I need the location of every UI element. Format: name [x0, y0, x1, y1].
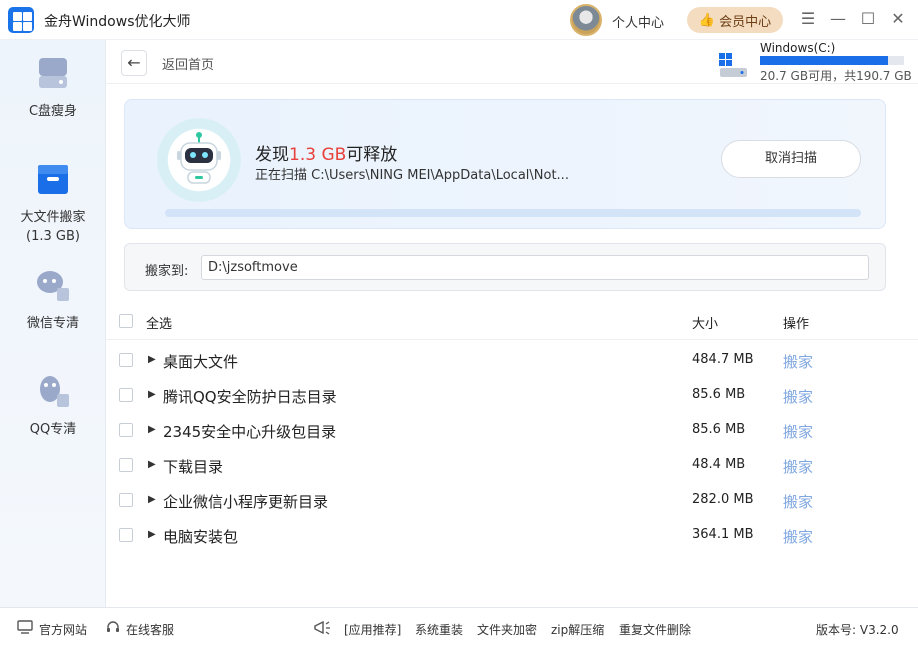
user-avatar[interactable] [570, 4, 602, 36]
footer-link-reinstall[interactable]: 系统重装 [415, 621, 463, 638]
disk-usage-fill [760, 56, 889, 65]
row-checkbox[interactable] [119, 388, 133, 402]
expand-arrow-icon[interactable]: ▶ [148, 459, 156, 470]
expand-arrow-icon[interactable]: ▶ [148, 529, 156, 540]
title-bar: 金舟Windows优化大师 个人中心 👍 会员中心 ☰ — ☐ ✕ [0, 0, 918, 40]
row-checkbox[interactable] [119, 528, 133, 542]
expand-arrow-icon[interactable]: ▶ [148, 494, 156, 505]
scan-card: 发现1.3 GB可释放 正在扫描 C:\Users\NING MEI\AppDa… [124, 99, 886, 229]
footer-link-zip[interactable]: zip解压缩 [551, 621, 604, 638]
footer-link-folder-encrypt[interactable]: 文件夹加密 [477, 621, 537, 638]
row-move-button[interactable]: 搬家 [783, 421, 813, 442]
sidebar-item-label: C盘瘦身 [28, 104, 78, 119]
sidebar-item-big-file-move[interactable]: 大文件搬家 (1.3 GB) [0, 162, 106, 244]
version-label: 版本号: V3.2.0 [816, 623, 899, 637]
row-name: 2345安全中心升级包目录 [163, 423, 337, 441]
disk-icon [39, 58, 67, 88]
move-destination-bar: 搬家到: [124, 243, 886, 291]
sidebar: C盘瘦身 大文件搬家 (1.3 GB) 微信专清 QQ专清 [0, 40, 106, 607]
monitor-icon [17, 620, 33, 634]
megaphone-icon [314, 620, 330, 635]
row-name: 电脑安装包 [163, 528, 239, 546]
disk-usage-bar [760, 56, 904, 65]
cancel-scan-button[interactable]: 取消扫描 [721, 140, 861, 178]
disk-name: Windows(C:) [760, 41, 836, 55]
app-logo-icon [8, 7, 34, 33]
row-move-button[interactable]: 搬家 [783, 351, 813, 372]
sidebar-item-c-drive-slim[interactable]: C盘瘦身 [0, 56, 106, 119]
close-icon[interactable]: ✕ [887, 8, 909, 30]
vip-center-label: 会员中心 [719, 14, 772, 30]
row-move-button[interactable]: 搬家 [783, 491, 813, 512]
footer: 官方网站 在线客服 [应用推荐] 系统重装 文件夹加密 zip解压缩 重复文件删… [0, 607, 918, 647]
expand-arrow-icon[interactable]: ▶ [148, 389, 156, 400]
app-title: 金舟Windows优化大师 [44, 14, 191, 30]
sidebar-item-sub: (1.3 GB) [26, 229, 80, 244]
expand-arrow-icon[interactable]: ▶ [148, 424, 156, 435]
table-row: ▶ 企业微信小程序更新目录 282.0 MB 搬家 [106, 485, 918, 520]
robot-icon [157, 118, 241, 202]
row-name: 下载目录 [163, 458, 224, 476]
table-row: ▶ 电脑安装包 364.1 MB 搬家 [106, 520, 918, 555]
row-size: 85.6 MB [692, 422, 746, 437]
table-row: ▶ 2345安全中心升级包目录 85.6 MB 搬家 [106, 415, 918, 450]
maximize-icon[interactable]: ☐ [857, 8, 879, 30]
row-size: 484.7 MB [692, 352, 754, 367]
row-move-button[interactable]: 搬家 [783, 456, 813, 477]
row-name: 腾讯QQ安全防护日志目录 [163, 388, 337, 406]
qq-icon [40, 376, 69, 407]
col-size-header: 大小 [692, 317, 719, 332]
menu-icon[interactable]: ☰ [797, 8, 819, 30]
found-value: 1.3 GB [289, 145, 347, 165]
move-label: 搬家到: [145, 264, 189, 279]
windows-drive-icon [719, 53, 747, 77]
row-move-button[interactable]: 搬家 [783, 386, 813, 407]
move-path-input[interactable] [201, 255, 869, 280]
row-size: 48.4 MB [692, 457, 746, 472]
back-home-link[interactable]: 返回首页 [162, 54, 214, 73]
select-all-label: 全选 [146, 317, 173, 332]
online-service-link[interactable]: 在线客服 [126, 621, 174, 638]
app-recommend-label: [应用推荐] [344, 623, 402, 637]
minimize-icon[interactable]: — [827, 8, 849, 30]
row-name: 桌面大文件 [163, 353, 239, 371]
table-row: ▶ 下载目录 48.4 MB 搬家 [106, 450, 918, 485]
found-summary: 发现1.3 GB可释放 [255, 140, 397, 165]
row-move-button[interactable]: 搬家 [783, 526, 813, 547]
sidebar-item-qq-clean[interactable]: QQ专清 [0, 374, 106, 437]
row-checkbox[interactable] [119, 423, 133, 437]
expand-arrow-icon[interactable]: ▶ [148, 354, 156, 365]
vip-center-button[interactable]: 👍 会员中心 [687, 7, 783, 33]
row-name: 企业微信小程序更新目录 [163, 493, 329, 511]
row-size: 282.0 MB [692, 492, 754, 507]
nav-row: ← 返回首页 Windows(C:) 20.7 GB可用，共190.7 GB [106, 40, 918, 84]
sidebar-item-label: 微信专清 [26, 316, 79, 331]
back-arrow-icon[interactable]: ← [121, 50, 147, 76]
row-checkbox[interactable] [119, 493, 133, 507]
scan-progress-bar [165, 209, 861, 217]
wechat-icon [37, 271, 69, 301]
table-row: ▶ 腾讯QQ安全防护日志目录 85.6 MB 搬家 [106, 380, 918, 415]
thumbs-up-icon: 👍 [698, 12, 716, 28]
box-icon [38, 165, 68, 194]
select-all-checkbox[interactable] [119, 314, 133, 328]
row-size: 364.1 MB [692, 527, 754, 542]
list-header: 全选 大小 操作 [106, 304, 918, 340]
disk-info: 20.7 GB可用，共190.7 GB [760, 69, 912, 83]
scan-path: 正在扫描 C:\Users\NING MEI\AppData\Local\Not… [255, 168, 569, 183]
footer-link-duplicate-delete[interactable]: 重复文件删除 [619, 621, 691, 638]
found-prefix: 发现 [255, 145, 289, 165]
user-center-link[interactable]: 个人中心 [612, 12, 664, 31]
sidebar-item-label: QQ专清 [29, 422, 77, 437]
row-size: 85.6 MB [692, 387, 746, 402]
col-action-header: 操作 [783, 317, 810, 332]
table-row: ▶ 桌面大文件 484.7 MB 搬家 [106, 345, 918, 380]
row-checkbox[interactable] [119, 458, 133, 472]
headset-icon [107, 621, 119, 632]
found-suffix: 可释放 [346, 145, 398, 165]
sidebar-item-wechat-clean[interactable]: 微信专清 [0, 268, 106, 331]
row-checkbox[interactable] [119, 353, 133, 367]
official-site-link[interactable]: 官方网站 [39, 621, 87, 638]
sidebar-item-label: 大文件搬家 [20, 210, 86, 225]
